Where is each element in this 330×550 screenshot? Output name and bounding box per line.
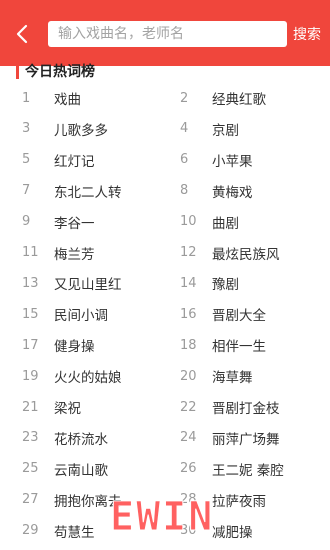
hot-word-rank: 15 [22,306,39,322]
hot-word-rank: 25 [22,461,39,477]
hot-word-item[interactable]: 27 拥抱你离去 [22,490,122,510]
hot-word-item[interactable]: 25 云南山歌 [22,459,108,479]
hot-word-rank: 3 [22,121,31,137]
hot-words-header: 今日热词榜 [16,60,95,82]
hot-word-item[interactable]: 24 丽萍广场舞 [180,428,280,448]
hot-word-item[interactable]: 4 京剧 [180,119,239,139]
hot-word-rank: 21 [22,399,39,415]
hot-word-label: 晋剧大全 [212,308,266,325]
hot-word-item[interactable]: 11 梅兰芳 [22,243,95,263]
hot-word-item[interactable]: 7 东北二人转 [22,181,122,201]
hot-word-rank: 2 [180,90,189,106]
hot-word-label: 梅兰芳 [54,246,95,263]
hot-word-item[interactable]: 29 苟慧生 [22,521,95,541]
hot-word-rank: 10 [180,214,197,230]
hot-word-rank: 5 [22,152,31,168]
hot-word-label: 火火的姑娘 [54,370,122,387]
hot-word-item[interactable]: 19 火火的姑娘 [22,366,122,387]
hot-word-rank: 23 [22,430,39,446]
hot-word-item[interactable]: 14 豫剧 [180,273,239,294]
hot-word-label: 最炫民族风 [212,246,280,263]
hot-word-label: 京剧 [212,122,239,139]
watermark: EWIN [109,494,215,541]
section-title: 今日热词榜 [25,64,95,80]
hot-word-label: 豫剧 [212,277,239,294]
hot-word-label: 戏曲 [54,92,81,108]
hot-word-item[interactable]: 22 晋剧打金枝 [180,397,280,418]
hot-word-rank: 19 [22,368,39,384]
hot-word-rank: 27 [22,492,39,508]
hot-word-item[interactable]: 5 红灯记 [22,150,95,170]
hot-word-item[interactable]: 26 王二妮 秦腔 [180,459,284,479]
hot-word-item[interactable]: 9 李谷一 [22,212,95,232]
search-button[interactable]: 搜索 [293,24,321,44]
hot-word-item[interactable]: 1 戏曲 [22,88,81,109]
hot-word-rank: 1 [22,90,31,106]
hot-word-rank: 6 [180,152,189,168]
hot-word-rank: 18 [180,337,197,353]
hot-word-label: 王二妮 秦腔 [212,462,284,479]
section-accent-bar [16,63,19,79]
hot-word-rank: 4 [180,121,189,137]
hot-word-item[interactable]: 6 小苹果 [180,150,253,170]
hot-word-item[interactable]: 17 健身操 [22,335,95,356]
hot-word-label: 相伴一生 [212,339,266,356]
hot-word-rank: 22 [180,399,197,415]
search-input[interactable] [58,26,277,42]
hot-word-label: 又见山里红 [54,277,122,294]
hot-word-rank: 7 [22,183,31,199]
hot-word-item[interactable]: 12 最炫民族风 [180,243,280,263]
hot-word-label: 晋剧打金枝 [212,401,280,417]
hot-word-label: 海草舞 [212,370,253,387]
hot-word-label: 李谷一 [54,215,95,232]
hot-word-label: 丽萍广场舞 [212,431,280,448]
hot-word-label: 小苹果 [212,153,253,170]
chevron-left-icon [16,24,28,44]
hot-word-rank: 12 [180,245,197,260]
search-box[interactable] [48,21,287,47]
hot-word-item[interactable]: 18 相伴一生 [180,335,266,356]
hot-word-label: 花桥流水 [54,431,108,448]
hot-word-item[interactable]: 20 海草舞 [180,366,253,387]
hot-word-label: 减肥操 [212,524,253,541]
hot-word-label: 黄梅戏 [212,184,253,201]
top-bar: 搜索 [0,0,330,66]
hot-word-item[interactable]: 10 曲剧 [180,212,239,232]
hot-word-item[interactable]: 3 儿歌多多 [22,119,108,139]
hot-word-item[interactable]: 2 经典红歌 [180,88,266,109]
hot-word-label: 东北二人转 [54,184,122,201]
hot-word-label: 拉萨夜雨 [212,493,266,510]
hot-word-item[interactable]: 13 又见山里红 [22,273,122,294]
hot-word-rank: 26 [180,461,197,477]
hot-word-label: 民间小调 [54,308,108,325]
hot-word-label: 苟慧生 [54,524,95,541]
hot-word-label: 健身操 [54,339,95,356]
hot-word-item[interactable]: 16 晋剧大全 [180,304,266,325]
hot-word-rank: 9 [22,214,31,230]
hot-word-rank: 8 [180,183,189,199]
hot-word-label: 曲剧 [212,215,239,232]
hot-word-label: 儿歌多多 [54,122,108,139]
hot-word-item[interactable]: 15 民间小调 [22,304,108,325]
hot-word-rank: 11 [22,245,39,260]
hot-word-rank: 13 [22,275,39,291]
hot-word-item[interactable]: 21 梁祝 [22,397,81,418]
hot-word-rank: 29 [22,523,39,539]
hot-word-item[interactable]: 23 花桥流水 [22,428,108,448]
hot-word-item[interactable]: 8 黄梅戏 [180,181,253,201]
back-button[interactable] [8,20,36,48]
hot-word-label: 红灯记 [54,153,95,170]
hot-word-label: 梁祝 [54,401,81,417]
hot-word-rank: 24 [180,430,197,446]
hot-word-rank: 17 [22,337,39,353]
hot-word-label: 云南山歌 [54,462,108,479]
hot-word-rank: 16 [180,306,197,322]
hot-word-rank: 20 [180,368,197,384]
hot-word-label: 经典红歌 [212,92,266,108]
hot-word-rank: 14 [180,275,197,291]
